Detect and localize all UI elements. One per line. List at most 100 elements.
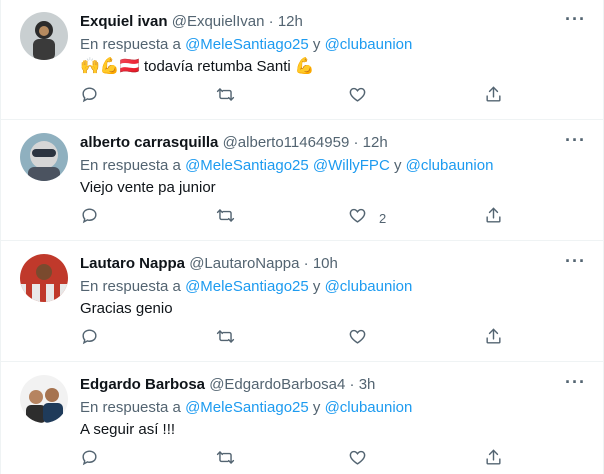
share-icon xyxy=(484,327,503,351)
avatar[interactable] xyxy=(20,375,68,423)
retweet-button[interactable] xyxy=(216,328,235,350)
tweet-text: Gracias genio xyxy=(80,299,173,319)
reply-prefix: En respuesta a xyxy=(80,399,181,416)
author-name[interactable]: Exquiel ivan xyxy=(80,13,168,30)
retweet-button[interactable] xyxy=(216,449,235,471)
timestamp[interactable]: 3h xyxy=(359,376,376,393)
like-button[interactable] xyxy=(348,328,379,350)
more-icon[interactable]: ··· xyxy=(565,131,585,153)
mention-link[interactable]: @clubaunion xyxy=(406,157,494,174)
tweet-body-text: A seguir así !!! xyxy=(80,421,176,438)
reply-context: En respuesta a @MeleSantiago25 y @clubau… xyxy=(80,35,412,55)
author-handle[interactable]: @EdgardoBarbosa4 xyxy=(209,376,345,393)
author-name[interactable]: alberto carrasquilla xyxy=(80,134,218,151)
more-icon[interactable]: ··· xyxy=(565,373,585,395)
share-icon xyxy=(484,448,503,472)
retweet-button[interactable] xyxy=(216,86,235,108)
reply-prefix: En respuesta a xyxy=(80,278,181,295)
timestamp[interactable]: 12h xyxy=(363,134,388,151)
reply-button[interactable] xyxy=(80,328,99,350)
reply-joiner: y xyxy=(312,278,321,295)
mention-link[interactable]: @MeleSantiago25 xyxy=(185,278,309,295)
like-button[interactable] xyxy=(348,86,379,108)
author-name[interactable]: Lautaro Nappa xyxy=(80,255,185,272)
like-icon xyxy=(348,448,367,472)
like-button[interactable] xyxy=(348,449,379,471)
mention-link[interactable]: @MeleSantiago25 xyxy=(185,399,309,416)
action-bar: 2 xyxy=(80,207,510,231)
tweet-text: Viejo vente pa junior xyxy=(80,178,216,198)
action-bar xyxy=(80,328,510,352)
share-icon xyxy=(484,206,503,230)
separator-dot: · xyxy=(349,376,355,393)
mention-link[interactable]: @MeleSantiago25 xyxy=(185,157,309,174)
tweet-text: A seguir así !!! xyxy=(80,420,175,440)
like-count: 2 xyxy=(379,210,387,226)
tweet-header: Edgardo Barbosa @EdgardoBarbosa4 · 3h xyxy=(80,375,375,395)
timestamp[interactable]: 10h xyxy=(313,255,338,272)
avatar[interactable] xyxy=(20,254,68,302)
reply-icon xyxy=(80,206,99,230)
mention-link[interactable]: @MeleSantiago25 xyxy=(185,36,309,53)
like-icon xyxy=(348,206,367,230)
avatar[interactable] xyxy=(20,133,68,181)
tweet[interactable]: Lautaro Nappa @LautaroNappa · 10h ··· En… xyxy=(1,242,603,362)
author-name[interactable]: Edgardo Barbosa xyxy=(80,376,205,393)
reply-prefix: En respuesta a xyxy=(80,157,181,174)
mention-link[interactable]: @WillyFPC xyxy=(313,157,390,174)
reply-joiner: y xyxy=(312,399,321,416)
separator-dot: · xyxy=(353,134,359,151)
reply-context: En respuesta a @MeleSantiago25 @WillyFPC… xyxy=(80,156,493,176)
like-icon xyxy=(348,327,367,351)
reply-joiner: y xyxy=(393,157,402,174)
author-handle[interactable]: @LautaroNappa xyxy=(189,255,299,272)
separator-dot: · xyxy=(268,13,274,30)
more-icon[interactable]: ··· xyxy=(565,252,585,274)
tweet[interactable]: Edgardo Barbosa @EdgardoBarbosa4 · 3h ··… xyxy=(1,363,603,474)
timestamp[interactable]: 12h xyxy=(278,13,303,30)
retweet-icon xyxy=(216,327,235,351)
tweet[interactable]: alberto carrasquilla @alberto11464959 · … xyxy=(1,121,603,241)
reply-context: En respuesta a @MeleSantiago25 y @clubau… xyxy=(80,398,412,418)
emoji-suffix: 💪 xyxy=(294,58,315,75)
tweet-body-text: Viejo vente pa junior xyxy=(80,179,216,196)
share-button[interactable] xyxy=(484,449,503,471)
mention-link[interactable]: @clubaunion xyxy=(325,399,413,416)
reply-button[interactable] xyxy=(80,449,99,471)
like-icon xyxy=(348,85,367,109)
reply-prefix: En respuesta a xyxy=(80,36,181,53)
share-button[interactable] xyxy=(484,207,503,229)
reply-context: En respuesta a @MeleSantiago25 y @clubau… xyxy=(80,277,412,297)
author-handle[interactable]: @alberto11464959 xyxy=(223,134,350,151)
retweet-button[interactable] xyxy=(216,207,235,229)
reply-feed: Exquiel ivan @ExquielIvan · 12h ··· En r… xyxy=(0,0,604,474)
tweet-text: 🙌💪🇦🇹 todavía retumba Santi 💪 xyxy=(80,57,315,77)
reply-joiner: y xyxy=(312,36,321,53)
retweet-icon xyxy=(216,448,235,472)
like-button[interactable]: 2 xyxy=(348,207,386,229)
share-icon xyxy=(484,85,503,109)
reply-icon xyxy=(80,448,99,472)
mention-link[interactable]: @clubaunion xyxy=(325,36,413,53)
author-handle[interactable]: @ExquielIvan xyxy=(172,13,265,30)
tweet-header: alberto carrasquilla @alberto11464959 · … xyxy=(80,133,388,153)
mention-link[interactable]: @clubaunion xyxy=(325,278,413,295)
reply-button[interactable] xyxy=(80,207,99,229)
tweet-body-text: todavía retumba Santi xyxy=(143,58,291,75)
retweet-icon xyxy=(216,85,235,109)
share-button[interactable] xyxy=(484,86,503,108)
reply-icon xyxy=(80,327,99,351)
tweet[interactable]: Exquiel ivan @ExquielIvan · 12h ··· En r… xyxy=(1,0,603,120)
tweet-header: Lautaro Nappa @LautaroNappa · 10h xyxy=(80,254,338,274)
tweet-header: Exquiel ivan @ExquielIvan · 12h xyxy=(80,12,303,32)
reply-icon xyxy=(80,85,99,109)
tweet-body-text: Gracias genio xyxy=(80,300,173,317)
action-bar xyxy=(80,86,510,110)
separator-dot: · xyxy=(303,255,309,272)
share-button[interactable] xyxy=(484,328,503,350)
retweet-icon xyxy=(216,206,235,230)
avatar[interactable] xyxy=(20,12,68,60)
reply-button[interactable] xyxy=(80,86,99,108)
more-icon[interactable]: ··· xyxy=(565,10,585,32)
action-bar xyxy=(80,449,510,473)
